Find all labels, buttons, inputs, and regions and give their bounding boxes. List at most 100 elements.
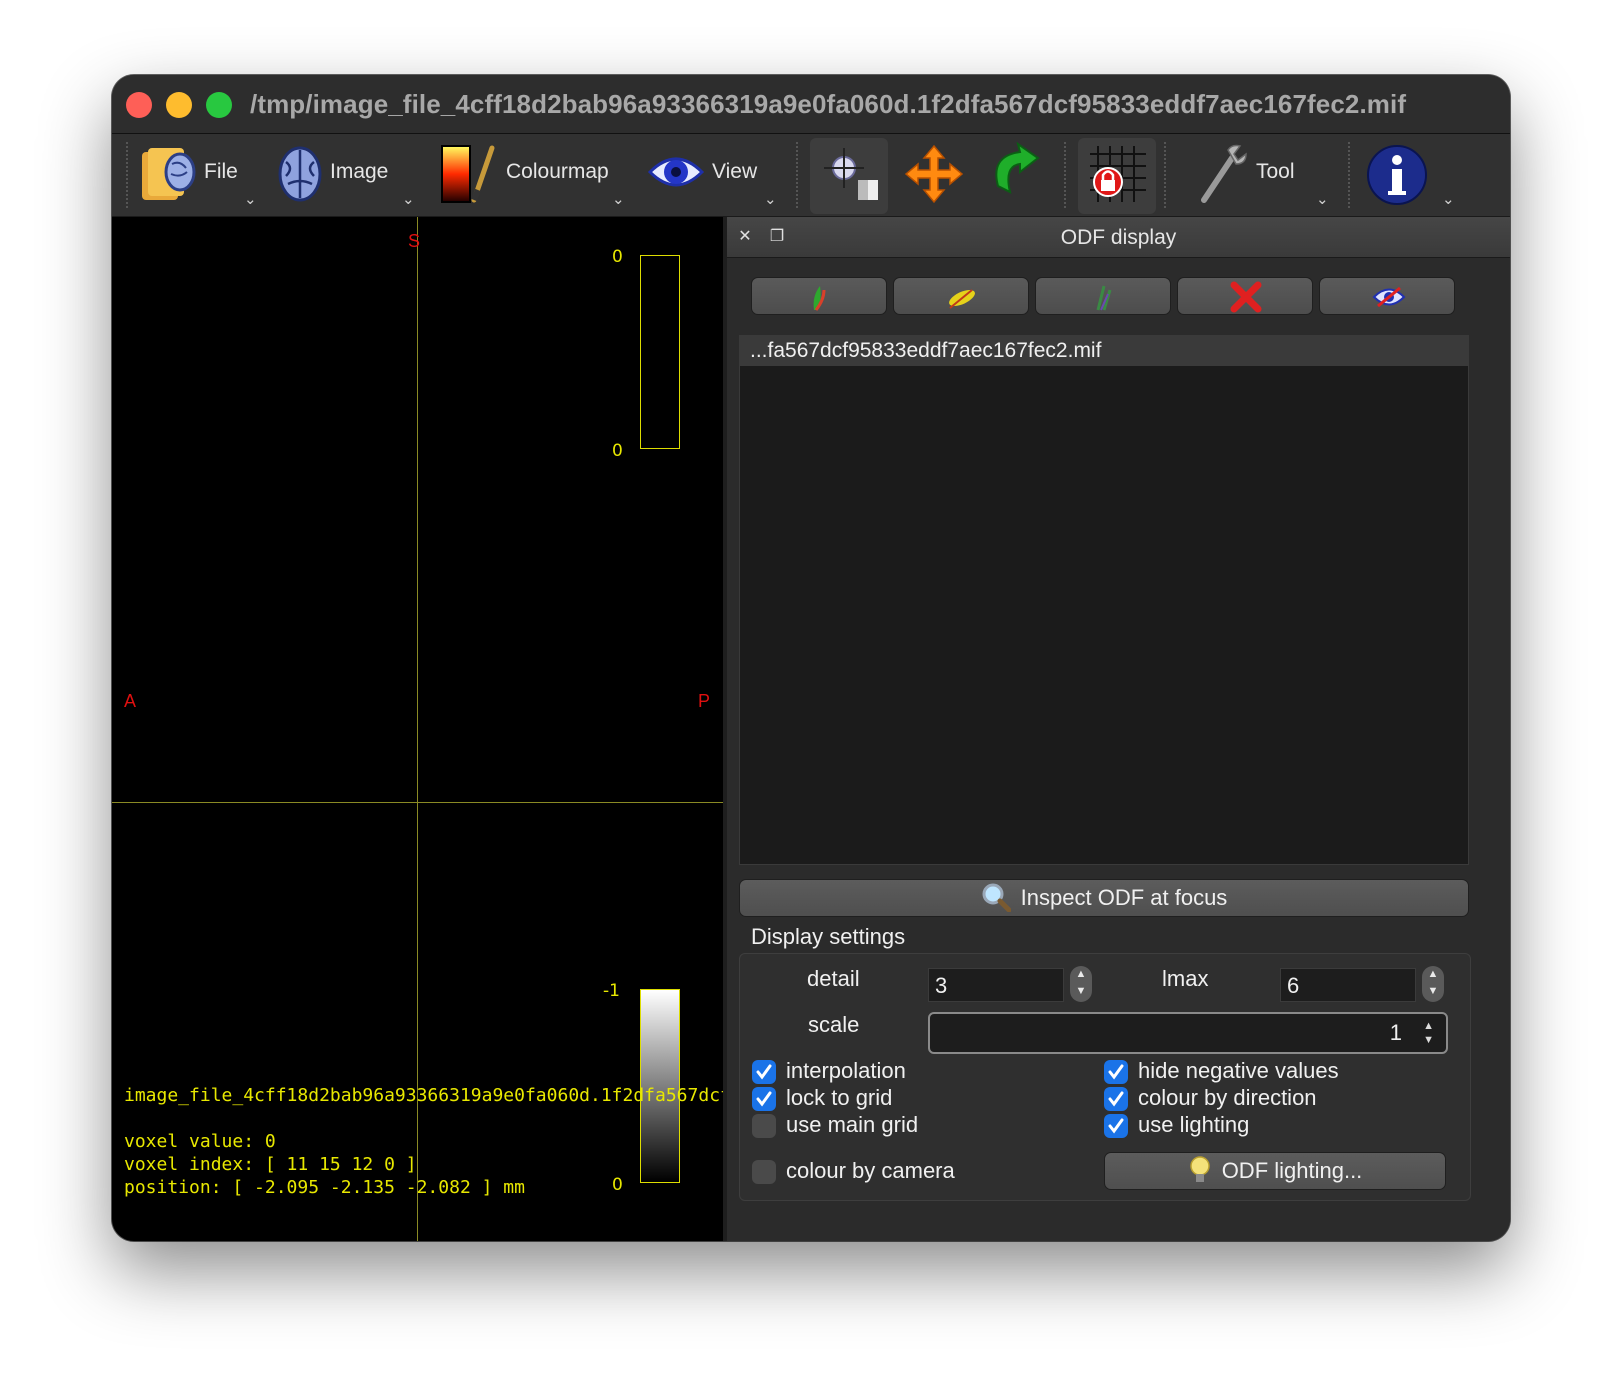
open-tensor-image-button[interactable]	[1035, 277, 1171, 315]
inspect-odf-button[interactable]: Inspect ODF at focus	[739, 879, 1469, 917]
display-settings-title: Display settings	[751, 924, 906, 949]
odf-lighting-label: ODF lighting...	[1221, 1158, 1363, 1183]
colour-by-direction-checkbox[interactable]	[1104, 1087, 1128, 1111]
open-odf-image-button[interactable]	[751, 277, 887, 315]
folder-brain-icon	[142, 148, 196, 200]
lightbulb-icon	[1189, 1156, 1210, 1183]
chevron-down-icon: ⌄	[244, 191, 257, 208]
scale-label: scale	[808, 1012, 860, 1037]
toolbar-separator	[1064, 142, 1066, 208]
colour-by-camera-checkbox[interactable]	[752, 1160, 776, 1184]
close-window-button[interactable]	[126, 92, 152, 118]
title-bar: /tmp/image_file_4cff18d2bab96a93366319a9…	[112, 75, 1510, 134]
odf-lighting-button[interactable]: ODF lighting...	[1104, 1152, 1446, 1190]
toolbar-separator	[1164, 142, 1166, 208]
hide-negative-values-checkbox[interactable]	[1104, 1060, 1128, 1084]
scale-input[interactable]: 1 ▲ ▼	[928, 1012, 1448, 1054]
image-viewer[interactable]: S A P 0 0 -1 0 image_file_4cff18d2bab96a…	[112, 217, 724, 1241]
panel-body: ...fa567dcf95833eddf7aec167fec2.mif Insp…	[727, 259, 1510, 1241]
red-x-icon	[1230, 281, 1262, 313]
chevron-down-icon: ⌄	[1316, 191, 1329, 208]
checkmark-icon	[1108, 1118, 1124, 1134]
voxel-index-overlay: voxel index: [ 11 15 12 0 ]	[124, 1154, 417, 1175]
open-sh-image-button[interactable]	[893, 277, 1029, 315]
image-name-overlay: image_file_4cff18d2bab96a93366319a9e0fa0…	[124, 1085, 724, 1106]
move-arrows-icon	[904, 144, 964, 204]
tool-menu-button[interactable]: Tool ⌄	[1198, 134, 1338, 216]
checkmark-icon	[1108, 1064, 1124, 1080]
interpolation-label: interpolation	[786, 1058, 906, 1083]
eye-icon	[648, 157, 704, 187]
chevron-down-icon: ⌄	[1442, 191, 1455, 208]
orientation-label-left: A	[124, 691, 137, 711]
colourmap-menu-button[interactable]: Colourmap ⌄	[440, 134, 636, 216]
chevron-down-icon: ⌄	[612, 191, 625, 208]
use-lighting-checkbox[interactable]	[1104, 1114, 1128, 1138]
colourbar-top-min: 0	[612, 441, 623, 461]
detail-spinbox[interactable]: 3	[928, 968, 1064, 1002]
chevron-down-icon: ⌄	[402, 191, 415, 208]
use-main-grid-label: use main grid	[786, 1112, 919, 1137]
brain-icon	[278, 146, 322, 202]
info-menu-button[interactable]: ⌄	[1362, 134, 1472, 216]
window-title: /tmp/image_file_4cff18d2bab96a93366319a9…	[250, 89, 1407, 119]
colour-by-direction-label: colour by direction	[1138, 1085, 1317, 1110]
file-menu-button[interactable]: File ⌄	[140, 134, 270, 216]
view-menu-button[interactable]: View ⌄	[648, 134, 788, 216]
crosshair-horizontal	[112, 802, 723, 803]
checkmark-icon	[1108, 1091, 1124, 1107]
panel-title: ODF display	[1060, 226, 1177, 249]
list-item[interactable]: ...fa567dcf95833eddf7aec167fec2.mif	[740, 336, 1468, 366]
lock-to-grid-checkbox[interactable]	[752, 1087, 776, 1111]
lmax-label: lmax	[1162, 966, 1209, 991]
colour-by-camera-label: colour by camera	[786, 1158, 955, 1183]
focus-tool-button[interactable]	[810, 134, 888, 216]
zoom-window-button[interactable]	[206, 92, 232, 118]
rotate-tool-button[interactable]	[978, 134, 1056, 216]
inspect-odf-label: Inspect ODF at focus	[1020, 885, 1228, 910]
lmax-spinbox[interactable]: 6	[1280, 968, 1416, 1002]
colourbar-top-max: 0	[612, 247, 623, 267]
detail-stepper[interactable]: ▲ ▼	[1070, 966, 1092, 1002]
move-tool-button[interactable]	[894, 134, 972, 216]
interpolation-checkbox[interactable]	[752, 1060, 776, 1084]
odf-image-list[interactable]: ...fa567dcf95833eddf7aec167fec2.mif	[739, 335, 1469, 865]
image-menu-label: Image	[330, 160, 389, 183]
image-menu-button[interactable]: Image ⌄	[278, 134, 424, 216]
hide-negative-values-label: hide negative values	[1138, 1058, 1339, 1083]
crosshair-icon	[824, 148, 878, 200]
minimize-window-button[interactable]	[166, 92, 192, 118]
display-settings-group: detail 3 ▲ ▼ lmax 6 ▲ ▼ scale 1 ▲ ▼ interpo…	[739, 953, 1471, 1201]
colourmap-brush-icon	[441, 145, 495, 203]
colourmap-menu-label: Colourmap	[506, 160, 609, 183]
colourbar-top	[640, 255, 680, 449]
orientation-label-right: P	[698, 691, 711, 711]
lock-to-grid-label: lock to grid	[786, 1085, 893, 1110]
app-window: /tmp/image_file_4cff18d2bab96a93366319a9…	[112, 75, 1510, 1241]
close-image-button[interactable]	[1177, 277, 1313, 315]
magnifier-icon	[982, 883, 1011, 913]
open-tensor-icon	[1096, 285, 1112, 311]
checkmark-icon	[756, 1091, 772, 1107]
wrench-icon	[1201, 144, 1247, 203]
colourbar-bottom-max: -1	[603, 981, 620, 1001]
use-main-grid-checkbox[interactable]	[752, 1114, 776, 1138]
snap-to-grid-button[interactable]	[1078, 134, 1156, 216]
detail-label: detail	[807, 966, 860, 991]
colourbar-bottom-min: 0	[612, 1175, 623, 1195]
hide-all-button[interactable]	[1319, 277, 1455, 315]
checkmark-icon	[756, 1064, 772, 1080]
info-icon	[1367, 145, 1427, 205]
grid-lock-icon	[1090, 146, 1146, 202]
scale-stepper[interactable]: ▲ ▼	[1423, 1019, 1434, 1047]
lmax-stepper[interactable]: ▲ ▼	[1422, 966, 1444, 1002]
panel-header: ✕ ❐ ODF display	[727, 217, 1510, 258]
toolbar-separator	[796, 142, 798, 208]
main-toolbar: File ⌄ Image ⌄ Colourmap ⌄ View ⌄ Tool ⌄…	[112, 134, 1510, 217]
orientation-label-top: S	[408, 231, 421, 251]
hidden-eye-icon	[1372, 286, 1406, 308]
use-lighting-label: use lighting	[1138, 1112, 1250, 1137]
rotate-arrow-icon	[995, 142, 1040, 194]
odf-display-panel: ✕ ❐ ODF display ...fa567dcf95833eddf7aec…	[727, 217, 1510, 1241]
tool-menu-label: Tool	[1256, 160, 1295, 183]
